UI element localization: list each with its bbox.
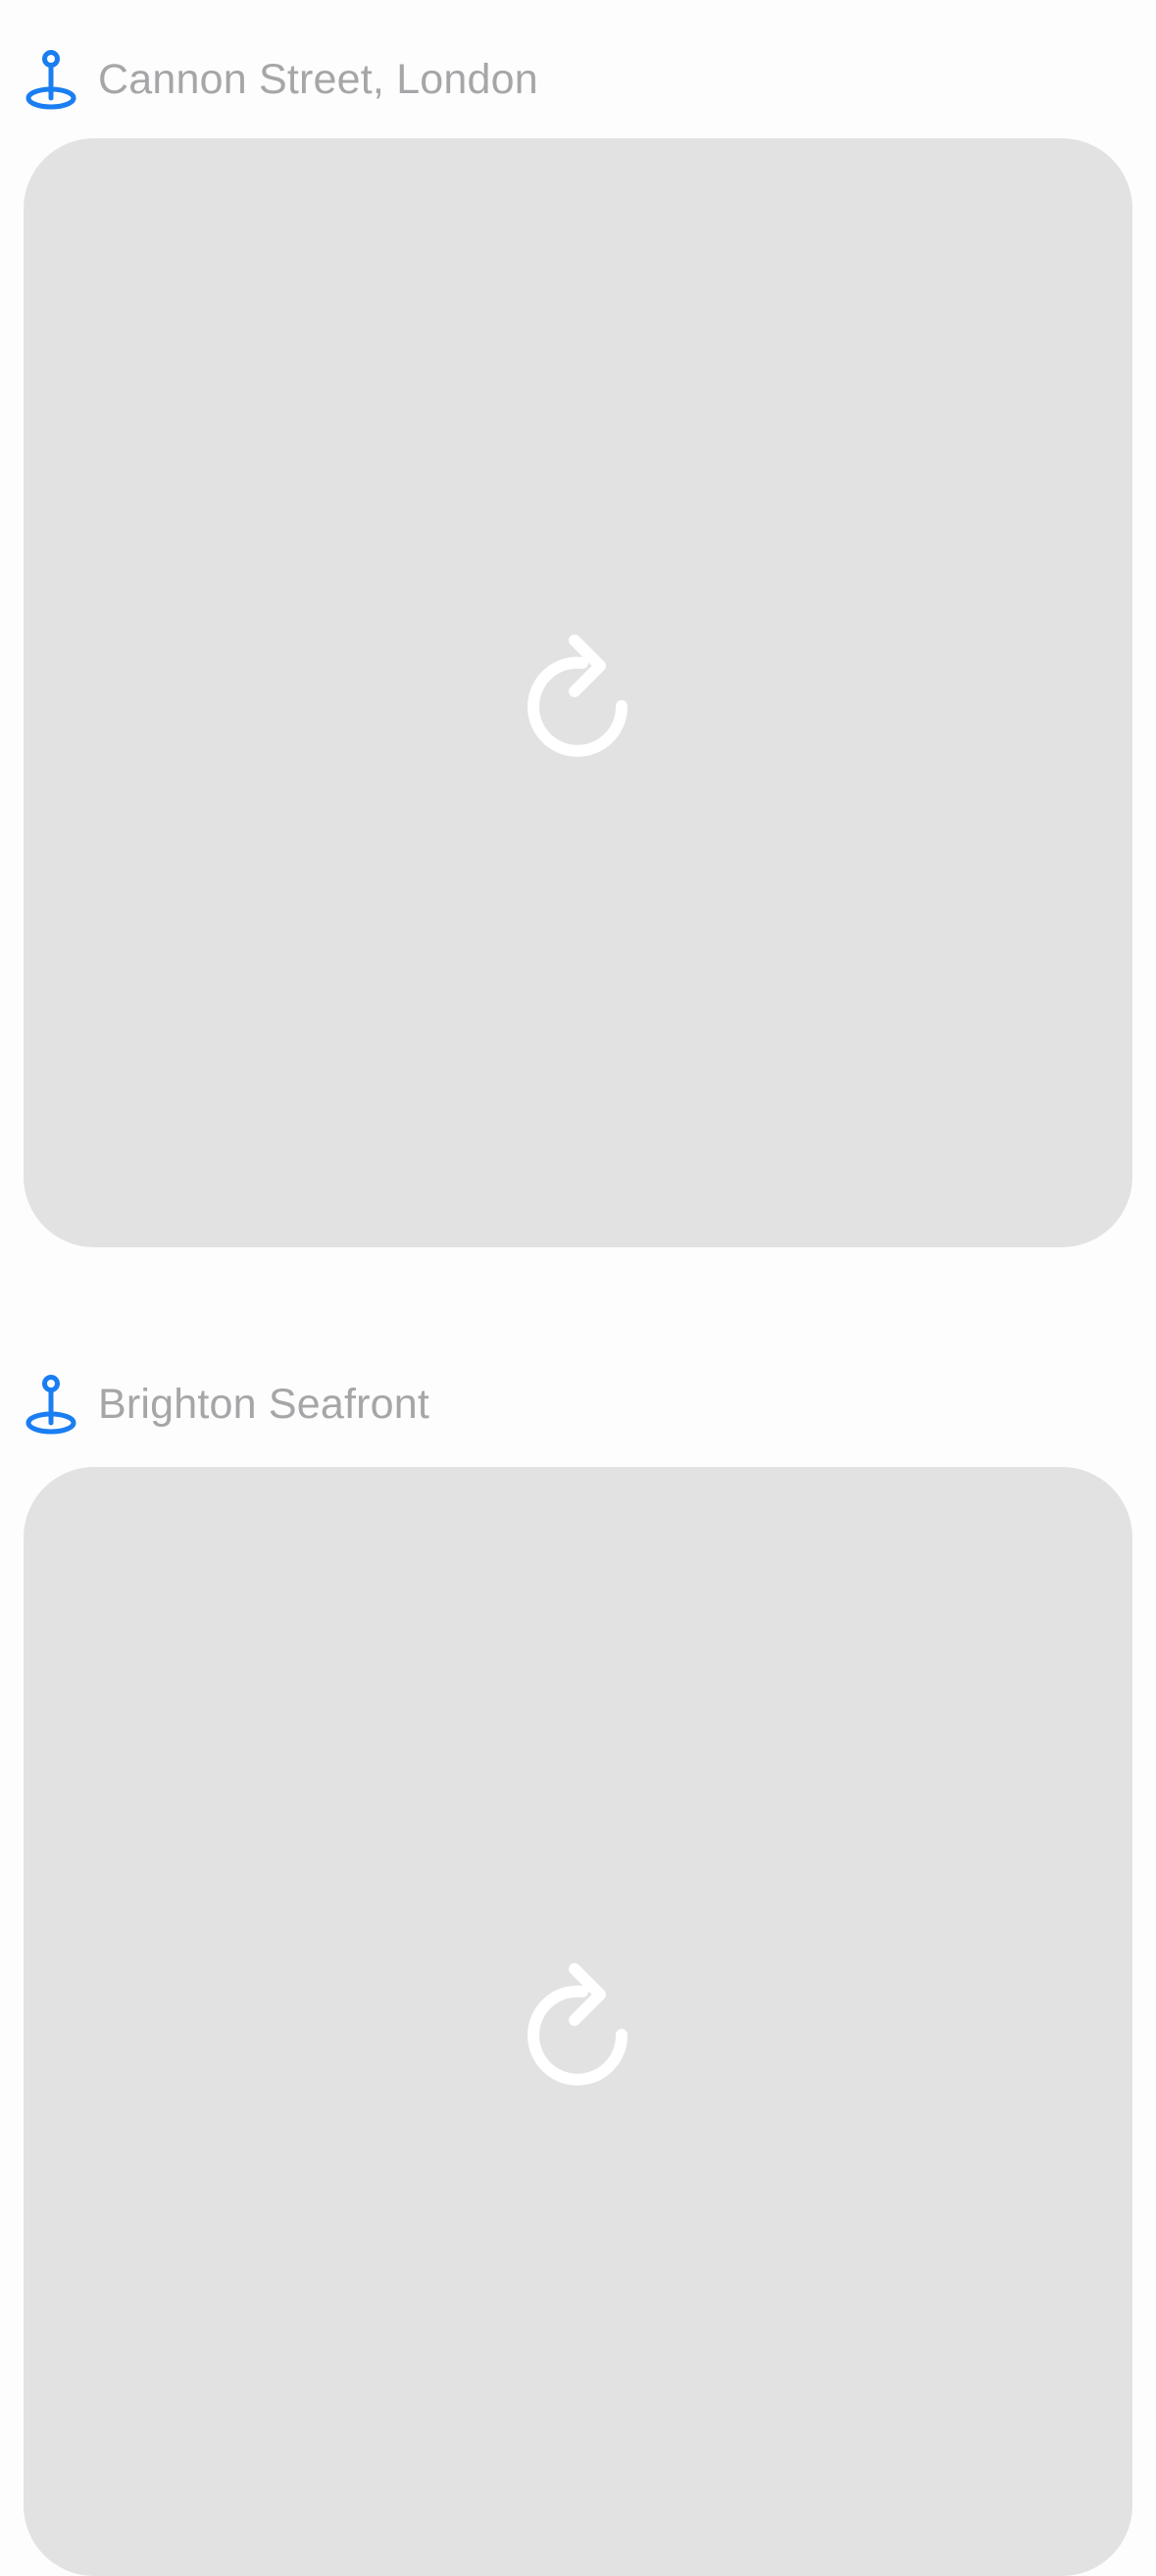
post-location[interactable]: Brighton Seafront [24, 1370, 429, 1439]
photo-placeholder[interactable] [24, 138, 1132, 1247]
reload-icon[interactable] [522, 629, 635, 758]
location-label: Cannon Street, London [98, 55, 538, 103]
map-pin-icon [25, 50, 76, 110]
photo-placeholder[interactable] [24, 1467, 1132, 2576]
map-pin-icon [25, 1375, 76, 1435]
post-location[interactable]: Cannon Street, London [24, 45, 538, 114]
location-label: Brighton Seafront [98, 1380, 430, 1428]
reload-icon[interactable] [522, 1957, 635, 2087]
